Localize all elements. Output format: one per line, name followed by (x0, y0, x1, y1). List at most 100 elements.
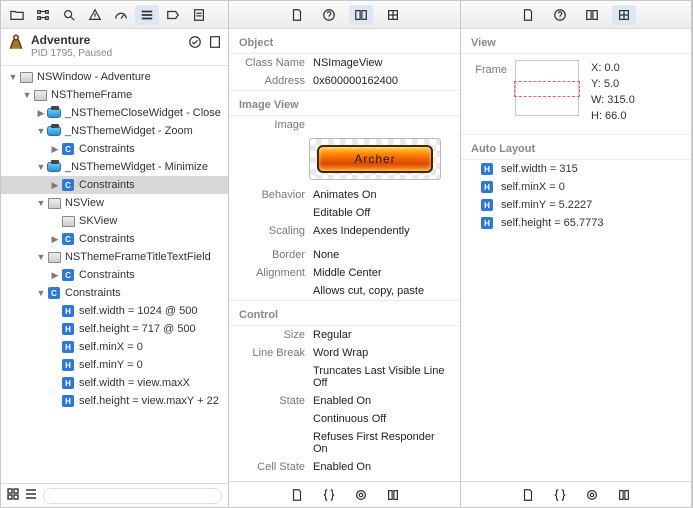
tree-row[interactable]: ▼CConstraints (1, 284, 228, 302)
inspector-toolbar-right (461, 1, 691, 29)
disclosure-icon[interactable]: ▼ (21, 90, 33, 100)
tree-label: Constraints (65, 287, 121, 299)
tab-doc-icon-r[interactable] (517, 486, 539, 504)
tree-row[interactable]: ▶CConstraints (1, 140, 228, 158)
tab-cols-icon-r[interactable] (613, 486, 635, 504)
autolayout-item[interactable]: Hself.minY = 5.2227 (461, 196, 691, 214)
identity-inspector-icon-r[interactable] (580, 5, 604, 25)
disclosure-icon[interactable]: ▼ (35, 198, 47, 208)
tree-label: SKView (79, 215, 117, 227)
grid-icon[interactable] (7, 488, 19, 503)
tree-row[interactable]: ▸Hself.width = view.maxX (1, 374, 228, 392)
help-inspector-icon[interactable] (317, 5, 341, 25)
report-icon[interactable] (187, 5, 211, 25)
tree-row[interactable]: ▼NSView (1, 194, 228, 212)
tree-label: _NSThemeWidget - Zoom (65, 125, 193, 137)
debug-navigator-icon[interactable] (135, 5, 159, 25)
disclosure-icon[interactable]: ▶ (35, 108, 47, 119)
disclosure-icon[interactable]: ▼ (35, 126, 47, 136)
autolayout-item[interactable]: Hself.height = 65.7773 (461, 214, 691, 232)
archer-button-image: Archer (317, 145, 433, 173)
tree-row[interactable]: ▸Hself.height = view.maxY + 22 (1, 392, 228, 410)
tree-row[interactable]: ▶CConstraints (1, 176, 228, 194)
tree-label: self.minX = 0 (79, 341, 143, 353)
tree-row[interactable]: ▼ NSThemeFrame (1, 86, 228, 104)
list-icon[interactable] (25, 488, 37, 503)
identity-inspector-icon[interactable] (349, 5, 373, 25)
file-inspector-icon-r[interactable] (516, 5, 540, 25)
help-inspector-icon-r[interactable] (548, 5, 572, 25)
disclosure-icon[interactable]: ▶ (49, 234, 61, 245)
section-object: Object (229, 29, 460, 54)
tree-label: NSThemeFrame (51, 89, 132, 101)
section-imageview: Image View (229, 90, 460, 116)
tree-row[interactable]: ▼ _NSThemeWidget - Minimize (1, 158, 228, 176)
tab-braces-icon[interactable] (318, 486, 340, 504)
tree-row[interactable]: ▶CConstraints (1, 230, 228, 248)
eye-icon[interactable] (188, 35, 202, 52)
search-icon[interactable] (57, 5, 81, 25)
frame-row: Frame X: 0.0 Y: 5.0 W: 315.0 H: 66.0 (461, 54, 691, 134)
label-behavior: Behavior (239, 189, 313, 201)
disclosure-icon[interactable]: ▼ (35, 252, 47, 262)
tree-icon[interactable] (31, 5, 55, 25)
navigator-bottom-bar (1, 483, 228, 507)
value-size: Regular (313, 329, 450, 341)
navigator-pane: Adventure PID 1795, Paused ▼NSWindow - A… (1, 1, 229, 507)
size-inspector-icon-r[interactable] (612, 5, 636, 25)
constraint-text: self.height = 65.7773 (501, 217, 603, 229)
autolayout-item[interactable]: Hself.width = 315 (461, 160, 691, 178)
tree-row[interactable]: ▶CConstraints (1, 266, 228, 284)
label-frame: Frame (471, 60, 515, 76)
filter-field[interactable] (43, 488, 222, 504)
section-autolayout: Auto Layout (461, 134, 691, 160)
disclosure-icon[interactable]: ▼ (35, 162, 47, 172)
tree-row[interactable]: ▼ NSWindow - Adventure (1, 68, 228, 86)
tree-label: self.height = 717 @ 500 (79, 323, 196, 335)
frame-w: W: 315.0 (591, 92, 635, 108)
disclosure-icon[interactable]: ▶ (49, 144, 61, 155)
tree-label: _NSThemeWidget - Minimize (65, 161, 208, 173)
tree-label: NSThemeFrameTitleTextField (65, 251, 211, 263)
breakpoint-icon[interactable] (161, 5, 185, 25)
tree-row[interactable]: ▸Hself.minX = 0 (1, 338, 228, 356)
gauge-icon[interactable] (109, 5, 133, 25)
disclosure-icon[interactable]: ▼ (7, 72, 19, 82)
autolayout-item[interactable]: Hself.minX = 0 (461, 178, 691, 196)
disclosure-icon[interactable]: ▶ (49, 180, 61, 191)
view-hierarchy-tree[interactable]: ▼NSWindow - Adventure▼NSThemeFrame▶_NSTh… (1, 66, 228, 483)
tree-label: NSWindow - Adventure (37, 71, 151, 83)
constraint-text: self.width = 315 (501, 163, 578, 175)
tab-braces-icon-r[interactable] (549, 486, 571, 504)
warning-icon[interactable] (83, 5, 107, 25)
value-behavior1: Animates On (313, 189, 450, 201)
size-inspector-icon[interactable] (381, 5, 405, 25)
object-inspector-pane: Object Class NameNSImageView Address0x60… (229, 1, 461, 507)
tree-row[interactable]: ▸Hself.height = 717 @ 500 (1, 320, 228, 338)
tree-label: self.minY = 0 (79, 359, 143, 371)
image-preview: Archer (309, 138, 441, 180)
tree-row[interactable]: ▼ _NSThemeWidget - Zoom (1, 122, 228, 140)
filter-icon[interactable] (208, 35, 222, 52)
tree-row[interactable]: ▸SKView (1, 212, 228, 230)
tab-doc-icon[interactable] (286, 486, 308, 504)
folder-icon[interactable] (5, 5, 29, 25)
tree-row[interactable]: ▸Hself.width = 1024 @ 500 (1, 302, 228, 320)
value-cellstate: Enabled On (313, 461, 450, 473)
tree-row[interactable]: ▸Hself.minY = 0 (1, 356, 228, 374)
file-inspector-icon[interactable] (285, 5, 309, 25)
label-cellstate: Cell State (239, 461, 313, 473)
frame-values: X: 0.0 Y: 5.0 W: 315.0 H: 66.0 (591, 60, 635, 124)
autolayout-list: Hself.width = 315Hself.minX = 0Hself.min… (461, 160, 691, 232)
tree-row[interactable]: ▶_NSThemeCloseWidget - Close (1, 104, 228, 122)
tab-circle-icon[interactable] (350, 486, 372, 504)
disclosure-icon[interactable]: ▼ (35, 288, 47, 298)
disclosure-icon[interactable]: ▶ (49, 270, 61, 281)
tree-row[interactable]: ▼ NSThemeFrameTitleTextField (1, 248, 228, 266)
tree-label: self.width = view.maxX (79, 377, 190, 389)
tab-cols-icon[interactable] (382, 486, 404, 504)
value-behavior2: Editable Off (313, 207, 450, 219)
section-view: View (461, 29, 691, 54)
right-bottom-tabs (461, 481, 691, 507)
tab-circle-icon-r[interactable] (581, 486, 603, 504)
